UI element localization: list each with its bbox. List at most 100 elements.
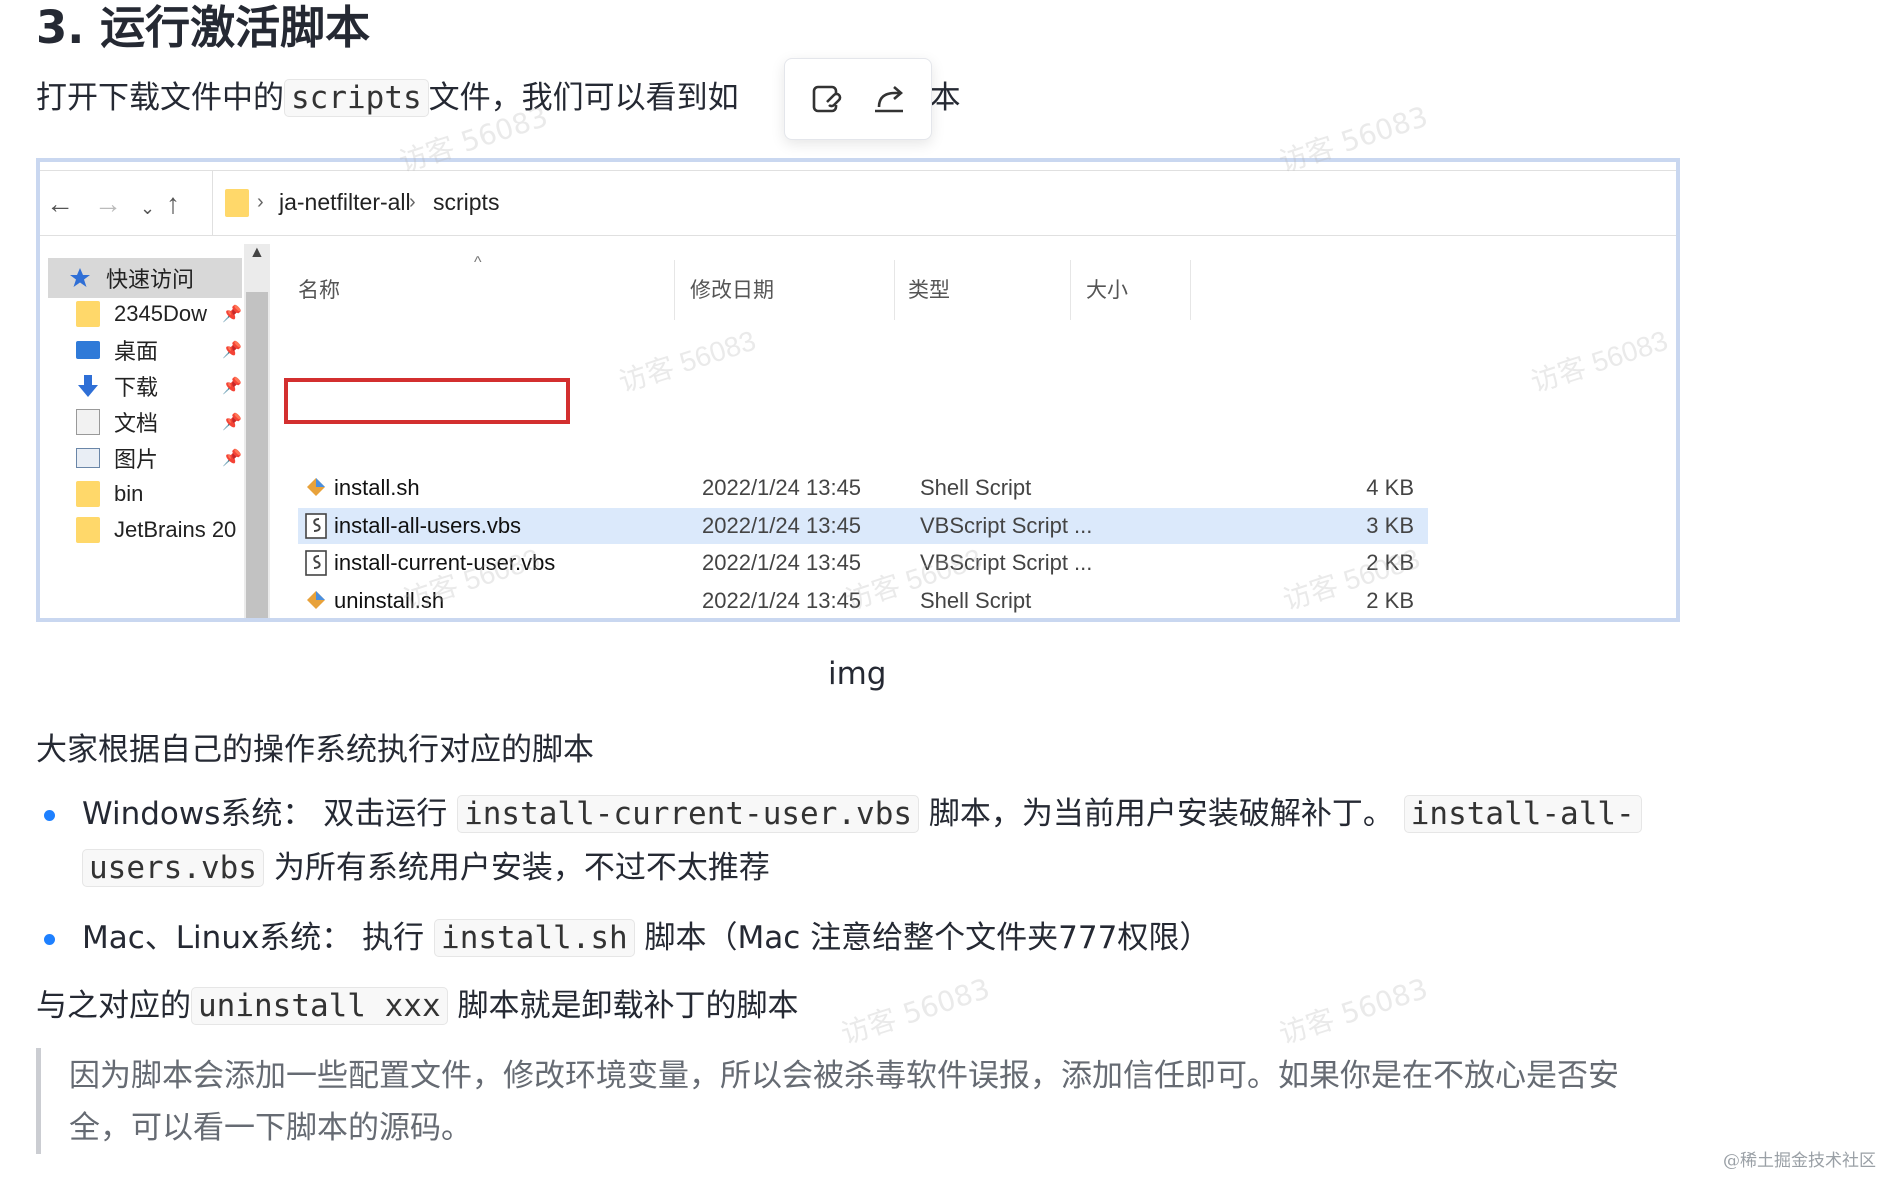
column-divider[interactable] bbox=[1070, 260, 1071, 320]
bullet-line: Mac、Linux系统： 执行 install.sh 脚本（Mac 注意给整个文… bbox=[82, 916, 1210, 960]
bullet-label: Windows系统： 双击运行 bbox=[82, 796, 448, 832]
pin-icon: 📌 bbox=[222, 378, 242, 395]
desktop-icon bbox=[76, 341, 100, 359]
intro-text-before: 打开下载文件中的 bbox=[36, 80, 284, 116]
sidebar-item-label: 文档 bbox=[114, 411, 159, 436]
back-arrow-icon[interactable]: ← bbox=[46, 187, 74, 221]
bullet-dot bbox=[44, 810, 55, 821]
intro-text-middle: 文件，我们可以看到如 bbox=[428, 80, 739, 116]
file-name: uninstall.sh bbox=[334, 587, 445, 613]
shell-script-icon bbox=[304, 587, 328, 615]
column-header-type[interactable]: 类型 bbox=[908, 274, 950, 304]
pin-icon: 📌 bbox=[222, 306, 242, 323]
highlight-box bbox=[284, 378, 570, 424]
sidebar-item-bin[interactable]: bin bbox=[76, 474, 246, 514]
file-name: install-current-user.vbs bbox=[334, 550, 556, 576]
navigation-pane: 快速访问 2345Dow 📌 桌面 📌 下载 📌 文档 📌 图片 📌 bin J… bbox=[40, 244, 270, 618]
sidebar-item-label: JetBrains 20 bbox=[114, 517, 237, 542]
uninstall-code: uninstall xxx bbox=[191, 987, 448, 1025]
watermark: 访客 56083 bbox=[615, 324, 760, 399]
column-header-name[interactable]: 名称 bbox=[298, 274, 340, 304]
recent-chevron-icon[interactable]: ⌄ bbox=[140, 191, 155, 225]
breadcrumb-item[interactable]: scripts bbox=[433, 187, 499, 217]
sidebar-item-label: 2345Dow bbox=[114, 301, 207, 326]
up-arrow-icon[interactable]: ↑ bbox=[166, 187, 180, 221]
site-credit: @稀土掘金技术社区 bbox=[1723, 1151, 1876, 1171]
file-row[interactable]: install.sh 2022/1/24 13:45 Shell Script 4 K… bbox=[298, 470, 1428, 506]
file-size: 2 KB bbox=[1366, 550, 1414, 576]
path-box[interactable]: › ja-netfilter-all › scripts bbox=[212, 171, 1676, 235]
chevron-right-icon: › bbox=[409, 191, 416, 213]
column-header-size[interactable]: 大小 bbox=[1086, 274, 1128, 304]
file-row[interactable]: uninstall.sh 2022/1/24 13:45 Shell Script 2… bbox=[298, 583, 1428, 618]
bullet-text: 脚本，为当前用户安装破解补丁。 bbox=[928, 796, 1394, 832]
file-explorer-screenshot: ← → ⌄ ↑ › ja-netfilter-all › scripts 快速访… bbox=[36, 158, 1680, 622]
section-heading: 3. 运行激活脚本 bbox=[36, 1, 371, 54]
sidebar-item-2345dow[interactable]: 2345Dow 📌 bbox=[76, 294, 246, 334]
folder-icon bbox=[225, 189, 249, 217]
column-divider[interactable] bbox=[674, 260, 675, 320]
watermark: 访客 56083 bbox=[1275, 971, 1432, 1051]
vbscript-icon bbox=[304, 549, 328, 577]
file-name: install.sh bbox=[334, 475, 420, 500]
install-all-users-code: install-all- bbox=[1403, 795, 1642, 833]
breadcrumb-item[interactable]: ja-netfilter-all bbox=[279, 187, 411, 217]
file-date: 2022/1/24 13:45 bbox=[702, 475, 862, 500]
pin-icon: 📌 bbox=[222, 342, 242, 359]
image-caption: img bbox=[828, 656, 887, 692]
column-divider[interactable] bbox=[1190, 260, 1191, 320]
file-row[interactable]: install-current-user.vbs 2022/1/24 13:45 V… bbox=[298, 545, 1428, 581]
file-date: 2022/1/24 13:45 bbox=[702, 550, 862, 576]
file-date: 2022/1/24 13:45 bbox=[702, 587, 862, 613]
sidebar-item-label: 快速访问 bbox=[106, 267, 195, 292]
watermark: 访客 56083 bbox=[837, 971, 994, 1051]
column-divider[interactable] bbox=[894, 260, 895, 320]
file-type: VBScript Script ... bbox=[920, 512, 1093, 538]
file-type: VBScript Script ... bbox=[920, 550, 1093, 576]
link-icon[interactable] bbox=[808, 79, 848, 119]
os-instruction-paragraph: 大家根据自己的操作系统执行对应的脚本 bbox=[36, 732, 594, 768]
picture-icon bbox=[76, 448, 100, 468]
scroll-up-icon[interactable]: ▲ bbox=[249, 244, 265, 262]
file-type: Shell Script bbox=[920, 475, 1032, 500]
sidebar-item-documents[interactable]: 文档 📌 bbox=[76, 402, 246, 442]
star-icon bbox=[70, 268, 90, 287]
blockquote: 因为脚本会添加一些配置文件，修改环境变量，所以会被杀毒软件误报，添加信任即可。如… bbox=[36, 1048, 1676, 1154]
sidebar-scrollbar-thumb[interactable] bbox=[246, 292, 268, 618]
folder-icon bbox=[76, 517, 100, 543]
install-current-user-code: install-current-user.vbs bbox=[457, 795, 920, 833]
sidebar-item-label: 桌面 bbox=[114, 339, 159, 364]
address-bar: ← → ⌄ ↑ › ja-netfilter-all › scripts bbox=[40, 170, 1676, 236]
install-all-users-code: users.vbs bbox=[82, 849, 264, 887]
sort-ascending-icon: ^ bbox=[474, 254, 482, 271]
share-icon[interactable] bbox=[869, 79, 909, 119]
file-row[interactable]: install-all-users.vbs 2022/1/24 13:45 VBSc… bbox=[298, 507, 1428, 544]
scripts-code: scripts bbox=[284, 79, 429, 117]
file-size: 4 KB bbox=[1366, 475, 1414, 500]
forward-arrow-icon[interactable]: → bbox=[94, 187, 122, 221]
sidebar-item-pictures[interactable]: 图片 📌 bbox=[76, 438, 246, 478]
selection-toolbar bbox=[784, 58, 932, 140]
sidebar-item-label: 图片 bbox=[114, 447, 159, 472]
pin-icon: 📌 bbox=[222, 450, 242, 467]
bullet-text: 为所有系统用户安装，不过不太推荐 bbox=[273, 850, 770, 886]
watermark: 访客 56083 bbox=[1527, 324, 1672, 399]
install-sh-code: install.sh bbox=[434, 919, 635, 957]
sidebar-item-jetbrains[interactable]: JetBrains 20 bbox=[76, 510, 246, 550]
file-row[interactable]: uninstall-all-users.vbs2022/1/24 13:45VB… bbox=[298, 620, 1428, 622]
sidebar-item-quick-access[interactable]: 快速访问 bbox=[48, 258, 242, 298]
folder-icon bbox=[76, 481, 100, 507]
sidebar-item-downloads[interactable]: 下载 📌 bbox=[76, 366, 246, 406]
bullet-label: Mac、Linux系统： 执行 bbox=[82, 920, 425, 956]
column-header-date[interactable]: 修改日期 bbox=[690, 274, 774, 304]
quote-line: 全，可以看一下脚本的源码。 bbox=[69, 1110, 472, 1146]
chevron-right-icon: › bbox=[257, 191, 264, 213]
sidebar-item-desktop[interactable]: 桌面 📌 bbox=[76, 330, 246, 370]
document-icon bbox=[76, 409, 100, 435]
uninstall-text-after: 脚本就是卸载补丁的脚本 bbox=[457, 988, 799, 1024]
uninstall-text-before: 与之对应的 bbox=[36, 988, 191, 1024]
bullet-line: users.vbs 为所有系统用户安装，不过不太推荐 bbox=[82, 846, 770, 890]
bullet-dot bbox=[44, 934, 55, 945]
file-date: 2022/1/24 13:45 bbox=[702, 512, 862, 538]
sidebar-item-label: bin bbox=[114, 481, 144, 506]
